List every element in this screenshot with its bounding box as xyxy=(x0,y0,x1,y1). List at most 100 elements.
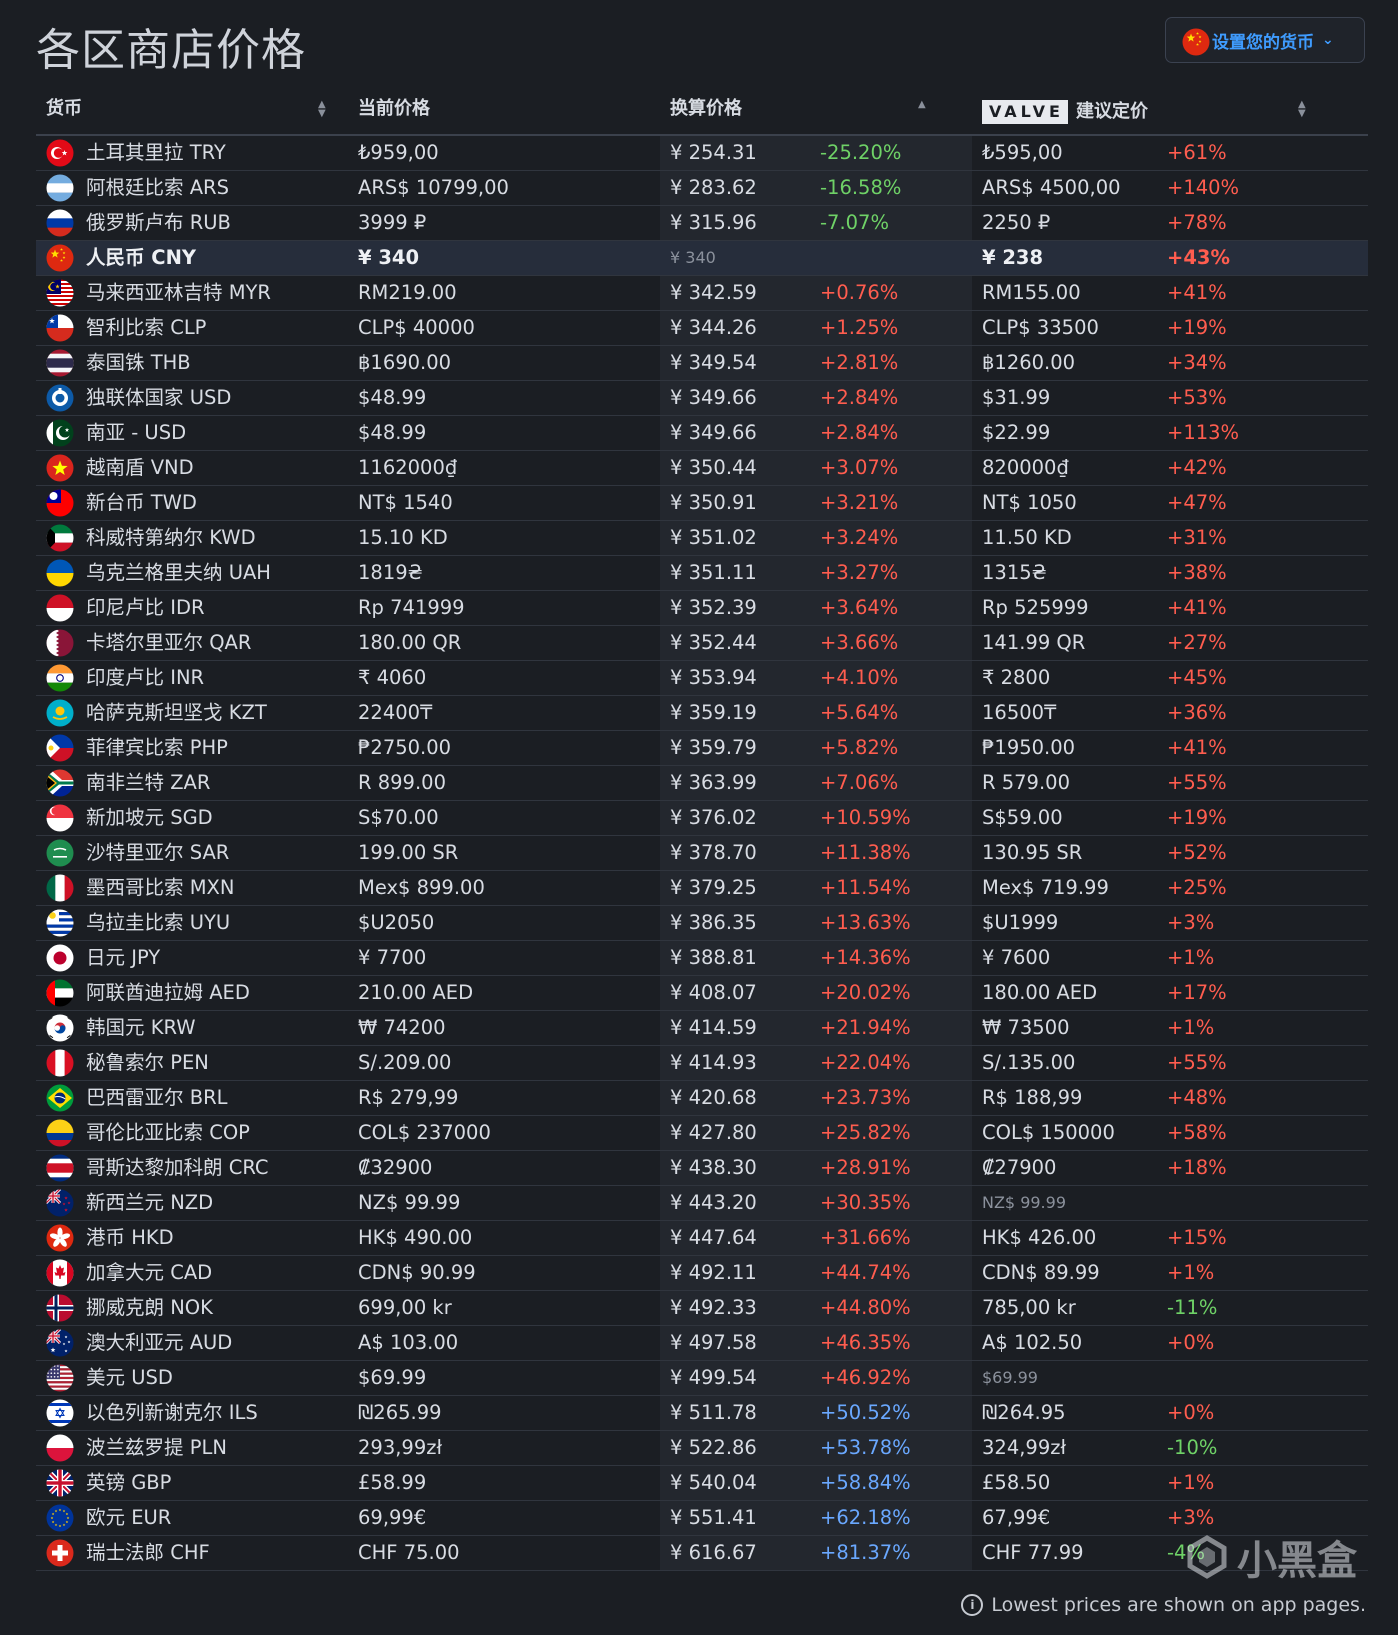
current-price: Mex$ 899.00 xyxy=(358,876,485,899)
column-header-converted-price[interactable]: 换算价格 xyxy=(670,90,742,134)
table-row[interactable]: 南亚 - USD $48.99 ¥ 349.66 +2.84% $22.99 +113% xyxy=(36,416,1368,451)
table-row[interactable]: 泰国铢 THB ฿1690.00 ¥ 349.54 +2.81% ฿1260.00 +34… xyxy=(36,346,1368,381)
norway-flag-icon xyxy=(46,1294,74,1322)
converted-price: ¥ 427.80 xyxy=(670,1121,757,1144)
table-row[interactable]: 加拿大元 CAD CDN$ 90.99 ¥ 492.11 +44.74% CDN$ 89… xyxy=(36,1256,1368,1291)
currency-name: 菲律宾比索 PHP xyxy=(86,736,228,759)
currency-name: 韩国元 KRW xyxy=(86,1016,196,1039)
table-row[interactable]: 美元 USD $69.99 ¥ 499.54 +46.92% $69.99 xyxy=(36,1361,1368,1396)
valve-diff: +1% xyxy=(1167,946,1215,969)
table-row[interactable]: 港币 HKD HK$ 490.00 ¥ 447.64 +31.66% HK$ 426.0… xyxy=(36,1221,1368,1256)
page-title: 各区商店价格 xyxy=(36,25,306,76)
south-africa-flag-icon xyxy=(46,769,74,797)
table-row[interactable]: 科威特第纳尔 KWD 15.10 KD ¥ 351.02 +3.24% 11.50 KD… xyxy=(36,521,1368,556)
table-row[interactable]: 俄罗斯卢布 RUB 3999 ₽ ¥ 315.96 -7.07% 2250 ₽ +78% xyxy=(36,206,1368,241)
converted-price: ¥ 283.62 xyxy=(670,176,757,199)
currency-name: 马来西亚林吉特 MYR xyxy=(86,281,271,304)
converted-price: ¥ 342.59 xyxy=(670,281,757,304)
valve-price: ₪264.95 xyxy=(982,1401,1066,1424)
valve-diff: +38% xyxy=(1167,561,1227,584)
current-price: ¥ 340 xyxy=(358,246,420,269)
table-row[interactable]: 阿联酋迪拉姆 AED 210.00 AED ¥ 408.07 +20.02% 180.0… xyxy=(36,976,1368,1011)
table-row[interactable]: 越南盾 VND 1162000₫ ¥ 350.44 +3.07% 820000₫ +42% xyxy=(36,451,1368,486)
table-row[interactable]: 智利比索 CLP CLP$ 40000 ¥ 344.26 +1.25% CLP$ 335… xyxy=(36,311,1368,346)
currency-name: 阿联酋迪拉姆 AED xyxy=(86,981,250,1004)
valve-diff: +31% xyxy=(1167,526,1227,549)
table-row[interactable]: 印度卢比 INR ₹ 4060 ¥ 353.94 +4.10% ₹ 2800 +45% xyxy=(36,661,1368,696)
table-row[interactable]: 阿根廷比索 ARS ARS$ 10799,00 ¥ 283.62 -16.58% ARS… xyxy=(36,171,1368,206)
sort-icon-valve[interactable]: ▲ ▼ xyxy=(1298,100,1306,119)
table-row[interactable]: 卡塔尔里亚尔 QAR 180.00 QR ¥ 352.44 +3.66% 141.99 … xyxy=(36,626,1368,661)
table-row[interactable]: 哥斯达黎加科朗 CRC ₡32900 ¥ 438.30 +28.91% ₡27900 +1… xyxy=(36,1151,1368,1186)
table-row[interactable]: 欧元 EUR 69,99€ ¥ 551.41 +62.18% 67,99€ +3% xyxy=(36,1501,1368,1536)
currency-name: 秘鲁索尔 PEN xyxy=(86,1051,209,1074)
converted-diff: +30.35% xyxy=(820,1191,911,1214)
table-row[interactable]: 菲律宾比索 PHP ₱2750.00 ¥ 359.79 +5.82% ₱1950.00 +… xyxy=(36,731,1368,766)
table-row[interactable]: 瑞士法郎 CHF CHF 75.00 ¥ 616.67 +81.37% CHF 77.9… xyxy=(36,1536,1368,1571)
converted-price: ¥ 350.44 xyxy=(670,456,757,479)
table-row[interactable]: 乌拉圭比索 UYU $U2050 ¥ 386.35 +13.63% $U1999 +3% xyxy=(36,906,1368,941)
converted-price: ¥ 414.59 xyxy=(670,1016,757,1039)
currency-name: 土耳其里拉 TRY xyxy=(86,141,226,164)
table-row[interactable]: 波兰兹罗提 PLN 293,99zł ¥ 522.86 +53.78% 324,99zł… xyxy=(36,1431,1368,1466)
valve-diff: +19% xyxy=(1167,316,1227,339)
valve-price: R$ 188,99 xyxy=(982,1086,1083,1109)
table-row[interactable]: 人民币 CNY ¥ 340 ¥ 340 ¥ 238 +43% xyxy=(36,241,1368,276)
table-row[interactable]: 乌克兰格里夫纳 UAH 1819₴ ¥ 351.11 +3.27% 1315₴ +38% xyxy=(36,556,1368,591)
valve-price: ₡27900 xyxy=(982,1156,1057,1179)
japan-flag-icon xyxy=(46,944,74,972)
india-flag-icon xyxy=(46,664,74,692)
table-row[interactable]: 马来西亚林吉特 MYR RM219.00 ¥ 342.59 +0.76% RM155.0… xyxy=(36,276,1368,311)
valve-diff: +17% xyxy=(1167,981,1227,1004)
valve-price: $31.99 xyxy=(982,386,1051,409)
table-row[interactable]: 秘鲁索尔 PEN S/.209.00 ¥ 414.93 +22.04% S/.135.0… xyxy=(36,1046,1368,1081)
valve-price: $U1999 xyxy=(982,911,1059,934)
valve-price: 141.99 QR xyxy=(982,631,1086,654)
singapore-flag-icon xyxy=(46,804,74,832)
converted-diff: +3.07% xyxy=(820,456,899,479)
watermark-text: 小黑盒 xyxy=(1237,1538,1357,1584)
currency-name: 独联体国家 USD xyxy=(86,386,232,409)
usa-flag-icon xyxy=(46,1364,74,1392)
valve-diff: +36% xyxy=(1167,701,1227,724)
table-row[interactable]: 墨西哥比索 MXN Mex$ 899.00 ¥ 379.25 +11.54% Mex$ … xyxy=(36,871,1368,906)
converted-price: ¥ 443.20 xyxy=(670,1191,757,1214)
converted-diff: +4.10% xyxy=(820,666,899,689)
table-row[interactable]: 英镑 GBP £58.99 ¥ 540.04 +58.84% £58.50 +1% xyxy=(36,1466,1368,1501)
currency-name: 新台币 TWD xyxy=(86,491,197,514)
table-row[interactable]: 澳大利亚元 AUD A$ 103.00 ¥ 497.58 +46.35% A$ 102.… xyxy=(36,1326,1368,1361)
taiwan-flag-icon xyxy=(46,489,74,517)
table-row[interactable]: 独联体国家 USD $48.99 ¥ 349.66 +2.84% $31.99 +53% xyxy=(36,381,1368,416)
table-row[interactable]: 哈萨克斯坦坚戈 KZT 22400₸ ¥ 359.19 +5.64% 16500₸ +36… xyxy=(36,696,1368,731)
table-row[interactable]: 韩国元 KRW ₩ 74200 ¥ 414.59 +21.94% ₩ 73500 +1% xyxy=(36,1011,1368,1046)
currency-name: 欧元 EUR xyxy=(86,1506,172,1529)
table-row[interactable]: 新西兰元 NZD NZ$ 99.99 ¥ 443.20 +30.35% NZ$ 99.9… xyxy=(36,1186,1368,1221)
table-row[interactable]: 哥伦比亚比索 COP COL$ 237000 ¥ 427.80 +25.82% COL$… xyxy=(36,1116,1368,1151)
valve-price: R 579.00 xyxy=(982,771,1070,794)
column-header-currency[interactable]: 货币 xyxy=(46,90,82,134)
table-row[interactable]: 南非兰特 ZAR R 899.00 ¥ 363.99 +7.06% R 579.00 +5… xyxy=(36,766,1368,801)
table-row[interactable]: 沙特里亚尔 SAR 199.00 SR ¥ 378.70 +11.38% 130.95 … xyxy=(36,836,1368,871)
current-price: 293,99zł xyxy=(358,1436,443,1459)
table-row[interactable]: 挪威克朗 NOK 699,00 kr ¥ 492.33 +44.80% 785,00 k… xyxy=(36,1291,1368,1326)
converted-diff: +13.63% xyxy=(820,911,911,934)
column-header-valve-price[interactable]: VALVE 建议定价 xyxy=(982,90,1148,134)
set-currency-button[interactable]: 设置您的货币 ⌄ xyxy=(1165,17,1365,63)
valve-price: RM155.00 xyxy=(982,281,1081,304)
converted-price: ¥ 379.25 xyxy=(670,876,757,899)
table-row[interactable]: 印尼卢比 IDR Rp 741999 ¥ 352.39 +3.64% Rp 525999… xyxy=(36,591,1368,626)
sort-ascending-icon[interactable]: ▲ xyxy=(918,100,926,110)
sort-icon-currency[interactable]: ▲ ▼ xyxy=(318,100,326,119)
valve-price: S$59.00 xyxy=(982,806,1063,829)
converted-diff: +3.66% xyxy=(820,631,899,654)
table-row[interactable]: 日元 JPY ¥ 7700 ¥ 388.81 +14.36% ¥ 7600 +1% xyxy=(36,941,1368,976)
costa-rica-flag-icon xyxy=(46,1154,74,1182)
table-row[interactable]: 巴西雷亚尔 BRL R$ 279,99 ¥ 420.68 +23.73% R$ 188,… xyxy=(36,1081,1368,1116)
table-row[interactable]: 土耳其里拉 TRY ₺959,00 ¥ 254.31 -25.20% ₺595,00 +6… xyxy=(36,136,1368,171)
table-row[interactable]: 以色列新谢克尔 ILS ₪265.99 ¥ 511.78 +50.52% ₪264.95… xyxy=(36,1396,1368,1431)
table-row[interactable]: 新加坡元 SGD S$70.00 ¥ 376.02 +10.59% S$59.00 +19… xyxy=(36,801,1368,836)
converted-price: ¥ 540.04 xyxy=(670,1471,757,1494)
table-row[interactable]: 新台币 TWD NT$ 1540 ¥ 350.91 +3.21% NT$ 1050 +47… xyxy=(36,486,1368,521)
column-header-current-price[interactable]: 当前价格 xyxy=(358,90,430,134)
converted-price: ¥ 349.54 xyxy=(670,351,757,374)
